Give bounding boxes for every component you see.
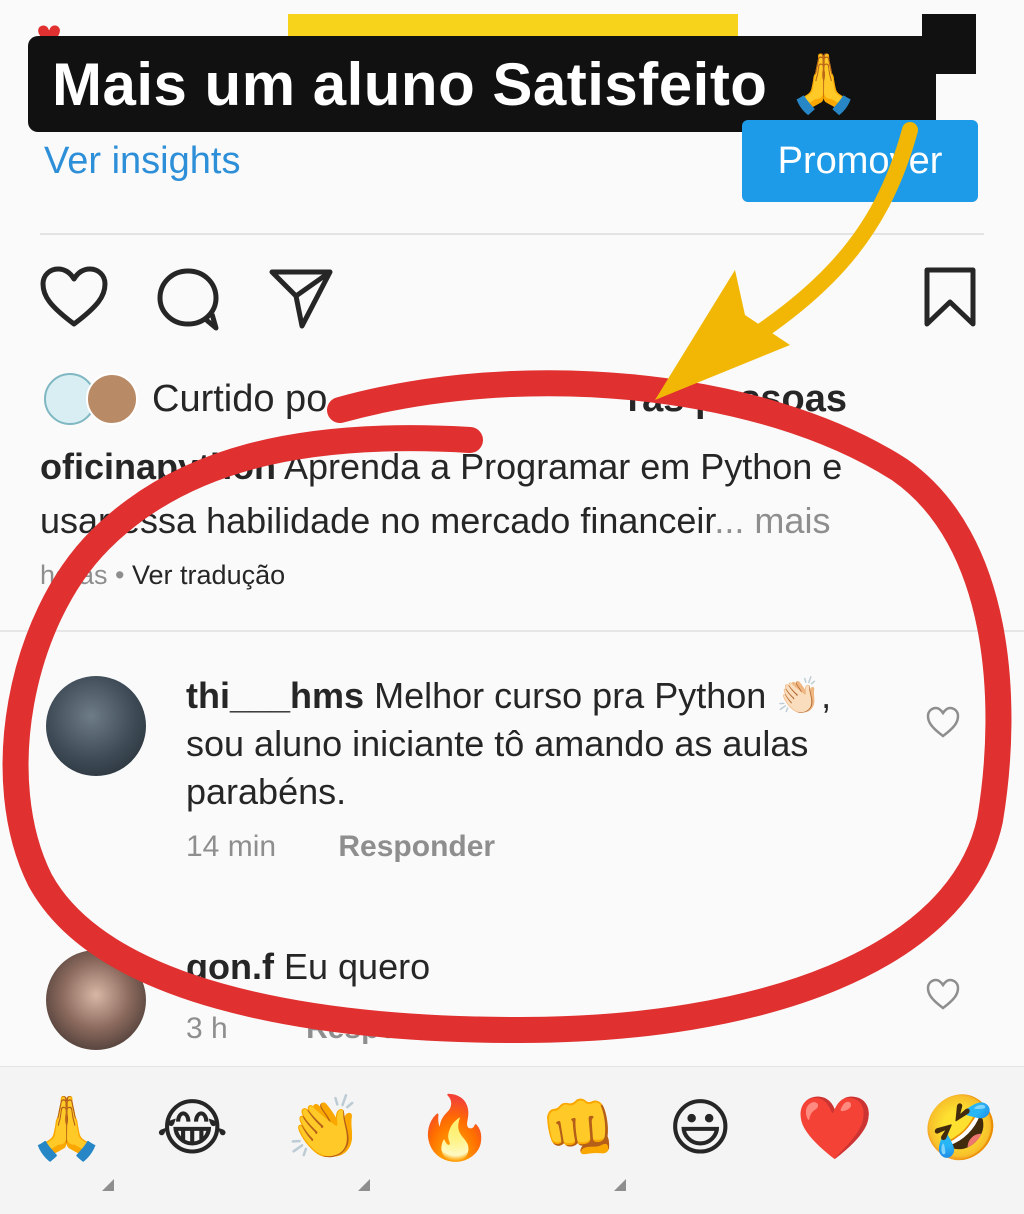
- comment-text: Eu quero: [283, 946, 431, 987]
- share-send-icon[interactable]: [268, 266, 334, 330]
- comment-meta: 14 min Responder: [186, 830, 495, 864]
- comment-text-line1: Melhor curso pra Python 👏🏻,: [374, 675, 832, 716]
- praying-hands-emoji-icon[interactable]: 🙏: [28, 1097, 105, 1159]
- liker-avatar: [86, 373, 138, 425]
- clapping-hands-emoji-icon[interactable]: 👏: [286, 1097, 363, 1159]
- comment-time: 14 min: [186, 830, 277, 863]
- video-caption-banner: Mais um aluno Satisfeito 🙏: [28, 36, 936, 132]
- bookmark-icon[interactable]: [922, 266, 978, 328]
- comment-text-line2: sou aluno iniciante tô amando as aulas: [186, 723, 809, 764]
- red-heart-emoji-icon[interactable]: ❤️: [796, 1097, 873, 1159]
- comment-text-line3: parabéns.: [186, 771, 347, 812]
- comment-body: gon.f Eu quero: [186, 946, 430, 988]
- comment-like-heart-icon[interactable]: [926, 706, 960, 745]
- comment-time: 3 h: [186, 1012, 228, 1045]
- banner-title: Mais um aluno Satisfeito: [52, 50, 768, 118]
- liked-by-prefix: Curtido po: [152, 377, 328, 420]
- liked-by-row[interactable]: Curtido po ras pessoas: [44, 372, 847, 426]
- avatar[interactable]: [46, 950, 146, 1050]
- comment-username[interactable]: thi___hms: [186, 675, 364, 716]
- avatar[interactable]: [46, 676, 146, 776]
- caption-more-link[interactable]: ... mais: [714, 500, 830, 541]
- view-insights-link[interactable]: Ver insights: [44, 140, 240, 183]
- fist-bump-emoji-icon[interactable]: 👊: [540, 1097, 617, 1159]
- rolling-laughing-emoji-icon[interactable]: 🤣: [922, 1097, 999, 1159]
- caption-text-line2: usar essa habilidade no mercado financei…: [40, 500, 715, 541]
- reply-button[interactable]: Responder: [338, 830, 495, 863]
- liked-by-text: Curtido po ras pessoas: [152, 378, 847, 421]
- post-caption: oficinapython Aprenda a Programar em Pyt…: [40, 440, 990, 548]
- caption-username[interactable]: oficinapython: [40, 446, 276, 487]
- like-heart-icon[interactable]: [40, 266, 108, 328]
- skin-tone-indicator-icon: [102, 1179, 114, 1191]
- fire-emoji-icon[interactable]: 🔥: [416, 1097, 493, 1159]
- comment-meta: 3 h Responder: [186, 1012, 463, 1046]
- divider: [40, 233, 984, 235]
- see-translation-link[interactable]: Ver tradução: [132, 560, 285, 590]
- grinning-face-emoji-icon[interactable]: 😃: [668, 1097, 733, 1159]
- skin-tone-indicator-icon: [614, 1179, 626, 1191]
- comment-like-heart-icon[interactable]: [926, 978, 960, 1017]
- post-time: horas: [40, 560, 108, 590]
- emoji-quick-reply-bar: 🙏 😂 👏 🔥 👊 😃 ❤️ 🤣: [0, 1066, 1024, 1214]
- reply-button[interactable]: Responder: [306, 1012, 463, 1045]
- post-meta-row: horas • Ver tradução: [40, 560, 286, 590]
- tears-of-joy-emoji-icon[interactable]: 😂: [156, 1097, 228, 1159]
- comment-body: thi___hms Melhor curso pra Python 👏🏻, so…: [186, 672, 906, 816]
- skin-tone-indicator-icon: [358, 1179, 370, 1191]
- praying-hands-icon: 🙏: [787, 51, 860, 116]
- caption-text-line1: Aprenda a Programar em Python e: [284, 446, 843, 487]
- divider: [0, 630, 1024, 632]
- comment-bubble-icon[interactable]: [156, 266, 222, 332]
- liked-by-suffix: ras pessoas: [627, 377, 848, 420]
- promote-button[interactable]: Promover: [742, 120, 978, 202]
- comment-username[interactable]: gon.f: [186, 946, 274, 987]
